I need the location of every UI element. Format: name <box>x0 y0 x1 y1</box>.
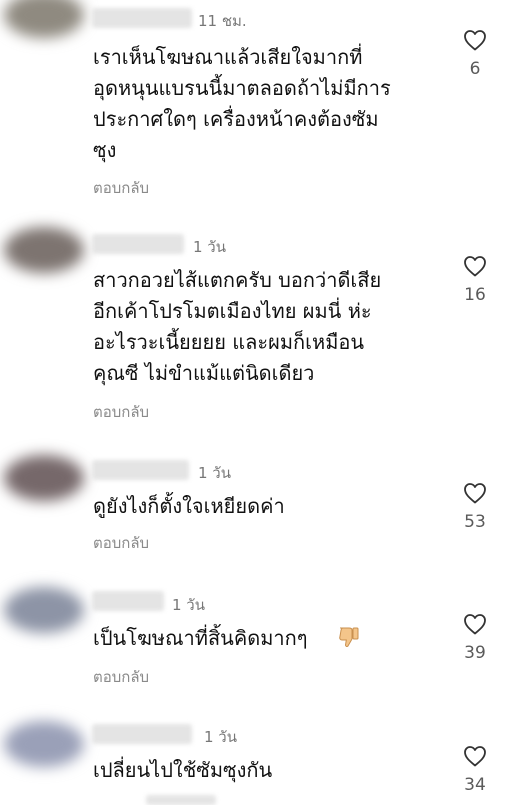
comment-timestamp: 1 วัน <box>198 464 231 482</box>
comment-timestamp: 1 วัน <box>204 728 237 746</box>
heart-outline-icon <box>464 483 486 504</box>
comment-timestamp: 1 วัน <box>193 238 226 256</box>
avatar[interactable] <box>4 455 84 501</box>
reply-button[interactable]: ตอบกลับ <box>93 400 149 424</box>
comment-text: สาวกอวยไส้แตกครับ บอกว่าดีเสีย อีกเค้าโป… <box>93 268 382 385</box>
like-button[interactable]: 6 <box>458 29 492 79</box>
avatar[interactable] <box>4 0 84 38</box>
username[interactable] <box>92 234 184 254</box>
comment-text: เราเห็นโฆษณาแล้วเสียใจมากที่ อุดหนุนแบรน… <box>93 45 391 162</box>
heart-outline-icon <box>464 256 486 277</box>
like-count: 6 <box>469 59 481 79</box>
avatar[interactable] <box>4 587 84 633</box>
like-button[interactable]: 16 <box>458 255 492 305</box>
thumbs-down-emoji-icon <box>337 625 363 653</box>
reply-button-obscured[interactable] <box>146 795 216 805</box>
like-count: 34 <box>464 775 486 795</box>
like-count: 53 <box>464 512 486 532</box>
reply-button[interactable]: ตอบกลับ <box>93 531 149 555</box>
username[interactable] <box>92 8 192 28</box>
comment-text: เปลี่ยนไปใช้ซัมซุงกัน <box>93 758 273 782</box>
heart-outline-icon <box>464 614 486 635</box>
reply-button[interactable]: ตอบกลับ <box>93 176 149 200</box>
like-button[interactable]: 39 <box>458 613 492 663</box>
comment-timestamp: 1 วัน <box>172 596 205 614</box>
comment-text: ดูยังไงก็ตั้งใจเหยียดค่า <box>93 494 285 518</box>
avatar[interactable] <box>4 227 84 273</box>
like-button[interactable]: 34 <box>458 745 492 795</box>
comment-text: เป็นโฆษณาที่สิ้นคิดมากๆ <box>93 626 308 650</box>
like-count: 16 <box>464 285 486 305</box>
reply-button[interactable]: ตอบกลับ <box>93 665 149 689</box>
username[interactable] <box>92 724 192 744</box>
avatar[interactable] <box>4 721 84 767</box>
like-button[interactable]: 53 <box>458 482 492 532</box>
heart-outline-icon <box>464 30 486 51</box>
username[interactable] <box>92 591 164 611</box>
like-count: 39 <box>464 643 486 663</box>
username[interactable] <box>92 460 189 480</box>
heart-outline-icon <box>464 746 486 767</box>
comment-timestamp: 11 ชม. <box>198 12 247 30</box>
